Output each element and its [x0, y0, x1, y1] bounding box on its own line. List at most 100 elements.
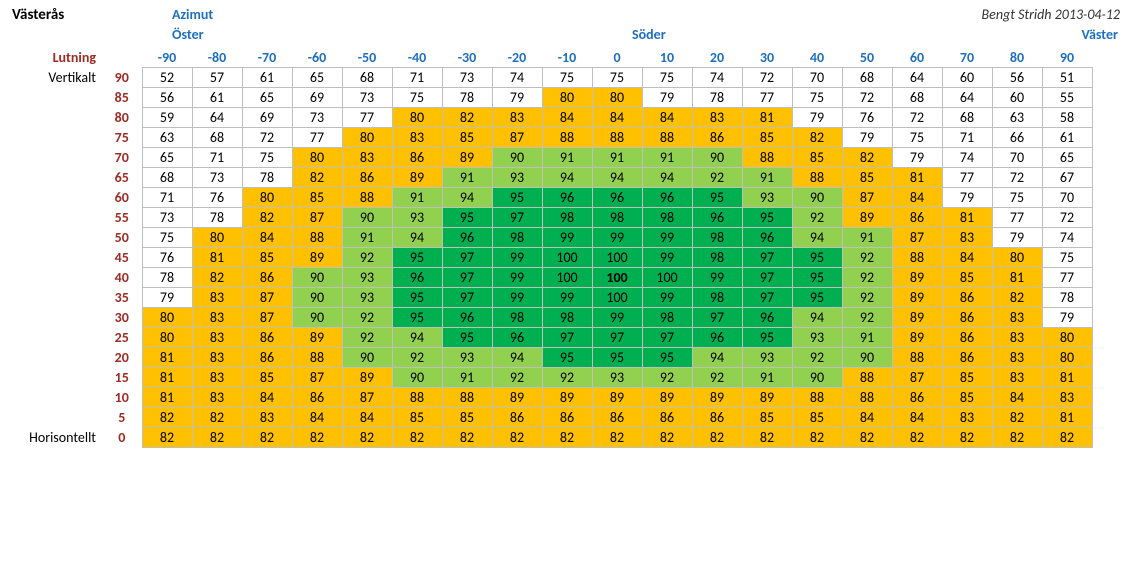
heatmap-cell: 88	[792, 388, 842, 408]
table-row: 8556616569737578798080797877757268646055	[12, 88, 1092, 108]
heatmap-cell: 77	[992, 208, 1042, 228]
heatmap-cell: 96	[742, 228, 792, 248]
tilt-header: 15	[102, 368, 142, 388]
heatmap-cell: 82	[842, 148, 892, 168]
heatmap-cell: 85	[242, 368, 292, 388]
heatmap-cell: 91	[742, 168, 792, 188]
heatmap-cell: 72	[742, 68, 792, 88]
heatmap-cell: 85	[442, 408, 492, 428]
heatmap-cell: 80	[1042, 328, 1092, 348]
heatmap-cell: 73	[142, 208, 192, 228]
heatmap-cell: 85	[742, 128, 792, 148]
heatmap-cell: 93	[392, 208, 442, 228]
heatmap-cell: 57	[192, 68, 242, 88]
heatmap-cell: 73	[342, 88, 392, 108]
heatmap-cell: 68	[142, 168, 192, 188]
heatmap-cell: 88	[842, 368, 892, 388]
heatmap-cell: 51	[1042, 68, 1092, 88]
table-row: Horisontellt0828282828282828282828282828…	[12, 428, 1092, 448]
heatmap-cell: 97	[542, 328, 592, 348]
heatmap-cell: 69	[292, 88, 342, 108]
azimuth-header: -60	[292, 48, 342, 68]
heatmap-cell: 60	[992, 88, 1042, 108]
heatmap-cell: 79	[1042, 308, 1092, 328]
heatmap-cell: 75	[642, 68, 692, 88]
heatmap-cell: 72	[1042, 208, 1092, 228]
heatmap-cell: 98	[642, 208, 692, 228]
heatmap-cell: 66	[992, 128, 1042, 148]
heatmap-cell: 84	[242, 228, 292, 248]
heatmap-cell: 88	[892, 348, 942, 368]
heatmap-cell: 70	[992, 148, 1042, 168]
heatmap-cell: 85	[842, 168, 892, 188]
heatmap-cell: 97	[642, 328, 692, 348]
heatmap-cell: 96	[692, 328, 742, 348]
heatmap-cell: 81	[1042, 408, 1092, 428]
azimut-label: Azimut	[172, 6, 213, 23]
heatmap-cell: 96	[392, 268, 442, 288]
azimuth-header: 90	[1042, 48, 1092, 68]
heatmap-cell: 98	[592, 208, 642, 228]
heatmap-cell: 95	[742, 328, 792, 348]
heatmap-cell: 89	[842, 208, 892, 228]
heatmap-cell: 97	[742, 288, 792, 308]
direction-west: Väster	[1081, 26, 1118, 43]
heatmap-cell: 79	[142, 288, 192, 308]
heatmap-cell: 96	[542, 188, 592, 208]
heatmap-cell: 93	[592, 368, 642, 388]
heatmap-cell: 91	[392, 188, 442, 208]
heatmap-cell: 88	[742, 148, 792, 168]
heatmap-cell: 92	[642, 368, 692, 388]
azimuth-header: 0	[592, 48, 642, 68]
heatmap-cell: 86	[892, 388, 942, 408]
heatmap-cell: 91	[342, 228, 392, 248]
heatmap-cell: 75	[1042, 248, 1092, 268]
heatmap-cell: 72	[242, 128, 292, 148]
heatmap-cell: 83	[192, 328, 242, 348]
heatmap-cell: 93	[342, 268, 392, 288]
table-row: 3080838790929596989899989796949289868379	[12, 308, 1092, 328]
azimuth-header: 80	[992, 48, 1042, 68]
heatmap-cell: 100	[542, 248, 592, 268]
heatmap-cell: 69	[242, 108, 292, 128]
heatmap-cell: 83	[192, 388, 242, 408]
heatmap-cell: 52	[142, 68, 192, 88]
heatmap-cell: 68	[892, 88, 942, 108]
row-side-label	[12, 268, 102, 288]
heatmap-cell: 65	[1042, 148, 1092, 168]
heatmap-cell: 95	[392, 248, 442, 268]
heatmap-cell: 97	[442, 268, 492, 288]
heatmap-cell: 70	[792, 68, 842, 88]
heatmap-cell: 95	[642, 348, 692, 368]
heatmap-cell: 83	[192, 308, 242, 328]
azimuth-header: 70	[942, 48, 992, 68]
heatmap-cell: 78	[192, 208, 242, 228]
heatmap-cell: 90	[292, 308, 342, 328]
tilt-header: 0	[102, 428, 142, 448]
direction-south: Söder	[632, 26, 666, 43]
heatmap-cell: 86	[692, 128, 742, 148]
heatmap-cell: 60	[942, 68, 992, 88]
tilt-header: 65	[102, 168, 142, 188]
heatmap-cell: 68	[342, 68, 392, 88]
table-row: 7065717580838689909191919088858279747065	[12, 148, 1092, 168]
heatmap-cell: 85	[942, 388, 992, 408]
heatmap-cell: 80	[992, 248, 1042, 268]
heatmap-cell: 82	[592, 428, 642, 448]
heatmap-cell: 84	[542, 108, 592, 128]
heatmap-cell: 89	[892, 328, 942, 348]
heatmap-cell: 91	[542, 148, 592, 168]
azimuth-header: -30	[442, 48, 492, 68]
tilt-header: 90	[102, 68, 142, 88]
heatmap-cell: 86	[242, 268, 292, 288]
heatmap-cell: 97	[442, 248, 492, 268]
heatmap-cell: 82	[792, 428, 842, 448]
heatmap-cell: 89	[542, 388, 592, 408]
heatmap-cell: 86	[642, 408, 692, 428]
heatmap-cell: 82	[342, 428, 392, 448]
heatmap-cell: 86	[342, 168, 392, 188]
heatmap-cell: 88	[592, 128, 642, 148]
heatmap-cell: 82	[992, 288, 1042, 308]
heatmap-cell: 81	[992, 268, 1042, 288]
page-title: Västerås	[12, 6, 64, 24]
